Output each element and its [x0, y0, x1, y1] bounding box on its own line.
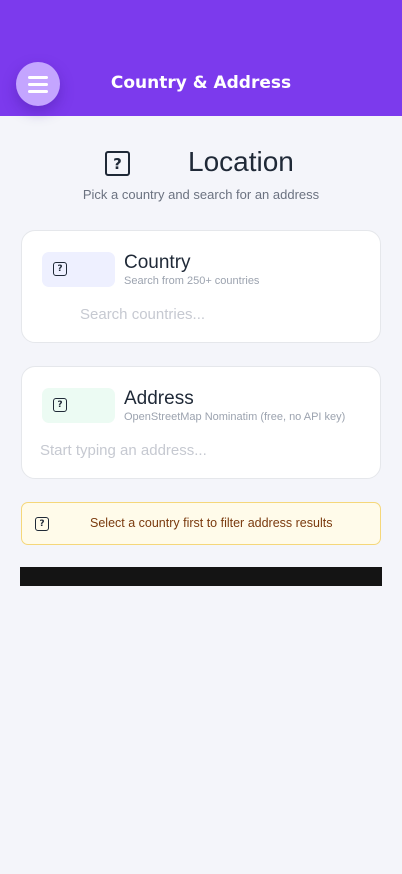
address-icon-tile: ? — [42, 388, 115, 423]
address-search-input[interactable] — [40, 439, 360, 461]
country-card: ? Country Search from 250+ countries — [21, 230, 381, 343]
menu-button[interactable] — [16, 62, 60, 106]
address-title: Address — [124, 388, 194, 409]
question-box-icon: ? — [35, 517, 49, 531]
info-notice: ? Select a country first to filter addre… — [21, 502, 381, 545]
address-card: ? Address OpenStreetMap Nominatim (free,… — [21, 366, 381, 479]
app-header: Country & Address — [0, 0, 402, 116]
country-subtitle: Search from 250+ countries — [124, 275, 260, 287]
country-icon-tile: ? — [42, 252, 115, 287]
page-title: Location — [188, 146, 294, 177]
country-title: Country — [124, 252, 191, 273]
question-box-icon: ? — [105, 151, 130, 176]
hamburger-menu-icon — [28, 75, 48, 79]
country-search-input[interactable] — [80, 303, 360, 325]
question-box-icon: ? — [53, 262, 67, 276]
page-subtitle: Pick a country and search for an address — [82, 187, 320, 202]
results-bar — [20, 567, 382, 586]
notice-text: Select a country first to filter address… — [90, 516, 333, 530]
question-box-icon: ? — [53, 398, 67, 412]
address-subtitle: OpenStreetMap Nominatim (free, no API ke… — [124, 411, 346, 423]
header-title: Country & Address — [110, 73, 292, 93]
